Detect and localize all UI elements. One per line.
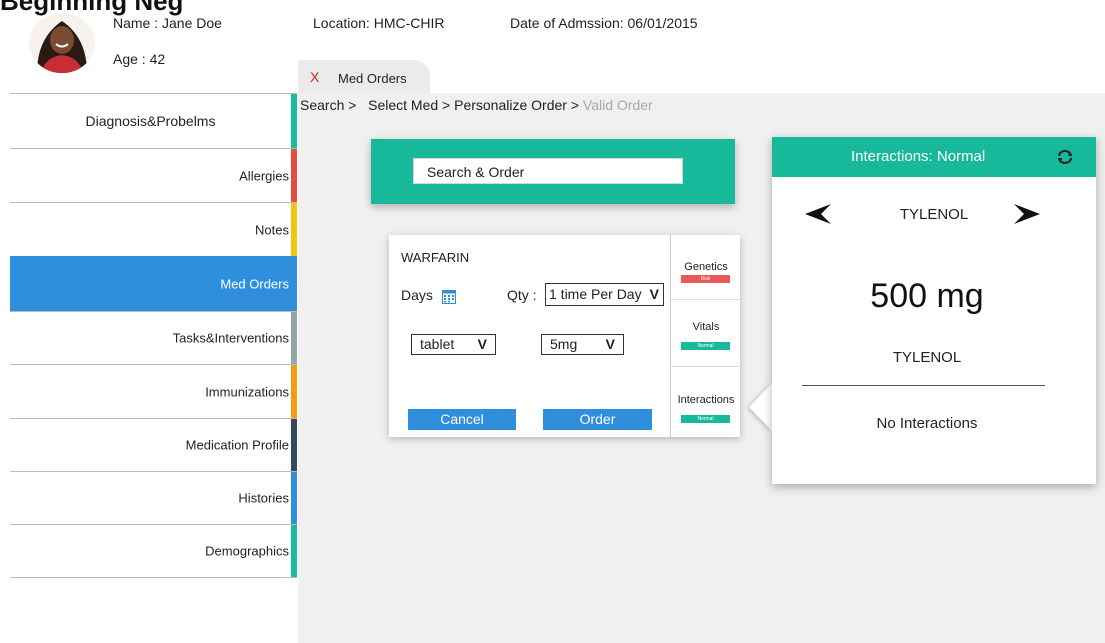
chevron-down-icon: V [649, 286, 659, 302]
dose-value: 5mg [550, 336, 578, 352]
sidebar-item-medication-profile[interactable]: Medication Profile [10, 418, 297, 471]
sidebar-item-diagnosis[interactable]: Diagnosis&Probelms [10, 93, 297, 148]
divider [802, 385, 1045, 386]
category-bar [291, 149, 297, 202]
interactions-title: Interactions: Normal [851, 148, 986, 165]
interaction-result: No Interactions [876, 415, 978, 432]
category-bar [291, 525, 297, 577]
category-bar [291, 312, 297, 364]
vitals-check[interactable]: Vitals Normal [671, 300, 741, 367]
interactions-check[interactable]: Interactions Normal [671, 367, 741, 437]
dose-amount: 500 mg [870, 277, 984, 315]
status-badge: Normal [681, 342, 730, 350]
sidebar-item-label: Demographics [205, 543, 289, 559]
sidebar-item-histories[interactable]: Histories [10, 471, 297, 524]
tab-label: Med Orders [338, 71, 407, 86]
sidebar-item-label: Med Orders [220, 276, 289, 292]
sidebar-item-immunizations[interactable]: Immunizations [10, 364, 297, 418]
close-icon[interactable]: X [310, 69, 319, 85]
category-bar [291, 472, 297, 524]
category-bar [291, 94, 297, 148]
category-bar [291, 419, 297, 471]
drug-name: WARFARIN [401, 250, 470, 265]
dosage-form-value: tablet [420, 336, 455, 352]
sidebar-item-tasks[interactable]: Tasks&Interventions [10, 311, 297, 364]
refresh-icon[interactable] [1056, 149, 1074, 165]
category-bar [291, 203, 297, 256]
dose-select[interactable]: 5mg V [541, 334, 624, 355]
crumb-valid-order: Valid Order [582, 97, 653, 113]
crumb-search[interactable]: Search > [300, 97, 356, 113]
sidebar-item-demographics[interactable]: Demographics [10, 524, 297, 578]
genetics-check[interactable]: Genetics Risk [671, 235, 741, 300]
order-button[interactable]: Order [543, 409, 652, 430]
sidebar-item-label: Diagnosis&Probelms [85, 113, 216, 129]
category-bar [291, 365, 297, 418]
order-card: WARFARIN Days Qty : 1 time Per Day V tab… [389, 235, 741, 437]
sidebar-item-label: Notes [255, 222, 289, 237]
search-order-card: Search & Order [371, 139, 735, 204]
breadcrumb: Search > Select Med > Personalize Order … [300, 97, 653, 113]
chevron-down-icon: V [477, 336, 487, 352]
sidebar-item-notes[interactable]: Notes [10, 202, 297, 256]
tab-med-orders[interactable]: X Med Orders [298, 60, 430, 93]
interactions-label: Interactions [677, 394, 735, 406]
vitals-label: Vitals [692, 321, 720, 333]
drug-subtitle: TYLENOL [892, 349, 962, 366]
avatar [29, 13, 95, 73]
status-badge: Risk [681, 275, 730, 283]
sidebar-item-med-orders[interactable]: Med Orders [10, 256, 297, 311]
crumb-personalize[interactable]: Personalize Order > [454, 97, 579, 113]
qty-value: 1 time Per Day [549, 286, 642, 302]
crumb-select-med[interactable]: Select Med > [368, 97, 450, 113]
sidebar-item-label: Allergies [239, 168, 289, 183]
sidebar-item-label: Immunizations [205, 384, 289, 399]
qty-label: Qty : [507, 287, 537, 303]
status-checks: Genetics Risk Vitals Normal Interactions… [670, 235, 741, 437]
dosage-form-select[interactable]: tablet V [411, 334, 496, 355]
drug-title: TYLENOL [899, 206, 969, 223]
admission-date: Date of Admssion: 06/01/2015 [510, 15, 698, 31]
status-badge: Normal [681, 415, 730, 423]
sidebar-item-label: Histories [238, 490, 289, 506]
sidebar-item-label: Tasks&Interventions [172, 330, 289, 346]
qty-select[interactable]: 1 time Per Day V [545, 283, 664, 306]
interactions-header: Interactions: Normal [772, 137, 1096, 177]
cancel-button[interactable]: Cancel [408, 409, 516, 430]
interactions-panel: Interactions: Normal TYLENOL 500 mg TYLE… [772, 137, 1096, 484]
patient-name: Name : Jane Doe [113, 15, 222, 31]
chevron-down-icon: V [605, 336, 615, 352]
calendar-icon[interactable] [442, 290, 456, 304]
search-input[interactable]: Search & Order [413, 158, 683, 184]
sidebar-item-label: Medication Profile [185, 437, 289, 453]
days-label: Days [401, 287, 433, 303]
patient-age: Age : 42 [113, 51, 166, 67]
sidebar-item-allergies[interactable]: Allergies [10, 148, 297, 202]
location-text: Location: HMC-CHIR [313, 15, 445, 31]
next-arrow-icon[interactable] [1010, 204, 1040, 224]
callout-pointer [749, 383, 772, 431]
genetics-label: Genetics [684, 261, 728, 273]
